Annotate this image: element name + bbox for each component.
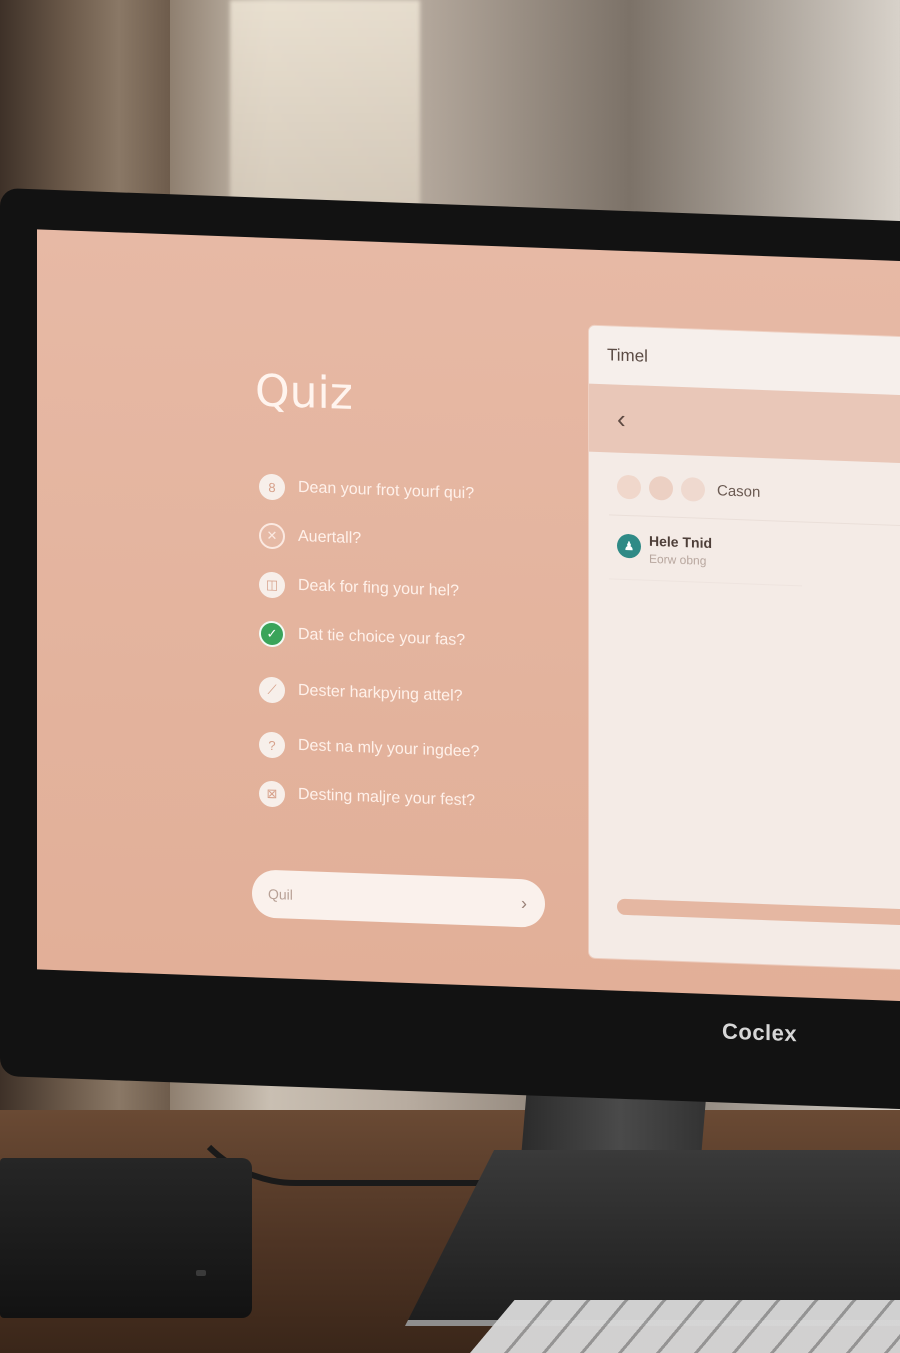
quiz-item[interactable]: ? Dest na mly your ingdee? bbox=[259, 731, 579, 767]
quiz-item-label: Dest na mly your ingdee? bbox=[298, 736, 480, 761]
question-circle-icon: ? bbox=[259, 731, 285, 759]
quiz-item-label: Auertall? bbox=[298, 527, 362, 548]
quiz-item-label: Dat tie choice your fas? bbox=[298, 625, 466, 650]
screen: Quiz 8 Dean your frot yourf qui? ✕ Auert… bbox=[37, 229, 900, 1004]
wall-light bbox=[230, 0, 420, 230]
chip[interactable] bbox=[617, 474, 641, 500]
chevron-left-icon[interactable]: ‹ bbox=[617, 403, 626, 434]
monitor-brand-logo: Coclex bbox=[722, 1018, 798, 1047]
quiz-title: Quiz bbox=[255, 365, 353, 420]
monitor: Quiz 8 Dean your frot yourf qui? ✕ Auert… bbox=[0, 188, 900, 1112]
desktop-box-led bbox=[196, 1270, 206, 1276]
chip-row: Cason bbox=[617, 474, 900, 511]
progress-fill bbox=[617, 898, 900, 928]
window-body: Cason ♟ Hele Tnid Eorw obng bbox=[589, 452, 900, 613]
chip[interactable] bbox=[681, 476, 705, 502]
quiz-item[interactable]: ✓ Dat tie choice your fas? bbox=[259, 620, 579, 656]
desktop-box bbox=[0, 1158, 252, 1318]
quiz-item[interactable]: ⟋ Dester harkpying attel? bbox=[259, 676, 579, 712]
info-circle-icon: 8 bbox=[259, 473, 285, 501]
chip[interactable] bbox=[649, 475, 673, 501]
quiz-item[interactable]: ◫ Deak for fing your hel? bbox=[259, 571, 579, 607]
chip-label: Cason bbox=[717, 481, 761, 501]
check-circle-icon: ✓ bbox=[259, 620, 285, 648]
contact-name: Hele Tnid bbox=[649, 532, 713, 552]
quiz-item[interactable]: 8 Dean your frot yourf qui? bbox=[259, 473, 579, 509]
quiz-list: 8 Dean your frot yourf qui? ✕ Auertall? … bbox=[259, 473, 579, 843]
pencil-circle-icon: ⟋ bbox=[259, 676, 285, 704]
quiz-item-label: Deak for fing your hel? bbox=[298, 576, 459, 600]
quiz-item-label: Desting maljre your fest? bbox=[298, 785, 475, 810]
close-circle-icon: ✕ bbox=[259, 522, 285, 550]
contact-row[interactable]: ♟ Hele Tnid Eorw obng bbox=[617, 532, 900, 577]
divider bbox=[609, 514, 900, 528]
quiz-item-label: Dester harkpying attel? bbox=[298, 681, 463, 705]
contact-subtitle: Eorw obng bbox=[649, 551, 707, 568]
image-circle-icon: ◫ bbox=[259, 571, 285, 599]
grid-circle-icon: ⊠ bbox=[259, 780, 285, 808]
quiz-item[interactable]: ✕ Auertall? bbox=[259, 522, 579, 558]
quiz-search-input[interactable] bbox=[266, 884, 521, 913]
quiz-item-label: Dean your frot yourf qui? bbox=[298, 478, 475, 503]
contact-text: Hele Tnid Eorw obng bbox=[649, 533, 712, 568]
progress-bar bbox=[617, 898, 900, 928]
quiz-item[interactable]: ⊠ Desting maljre your fest? bbox=[259, 780, 579, 816]
quiz-search-bar[interactable]: › bbox=[252, 869, 545, 928]
chevron-right-icon[interactable]: › bbox=[521, 893, 527, 914]
divider bbox=[609, 578, 802, 587]
person-icon: ♟ bbox=[617, 533, 641, 559]
side-window: Timel ‹ Cason ♟ Hele Tnid Eorw obng bbox=[589, 325, 900, 972]
keyboard bbox=[470, 1300, 900, 1353]
